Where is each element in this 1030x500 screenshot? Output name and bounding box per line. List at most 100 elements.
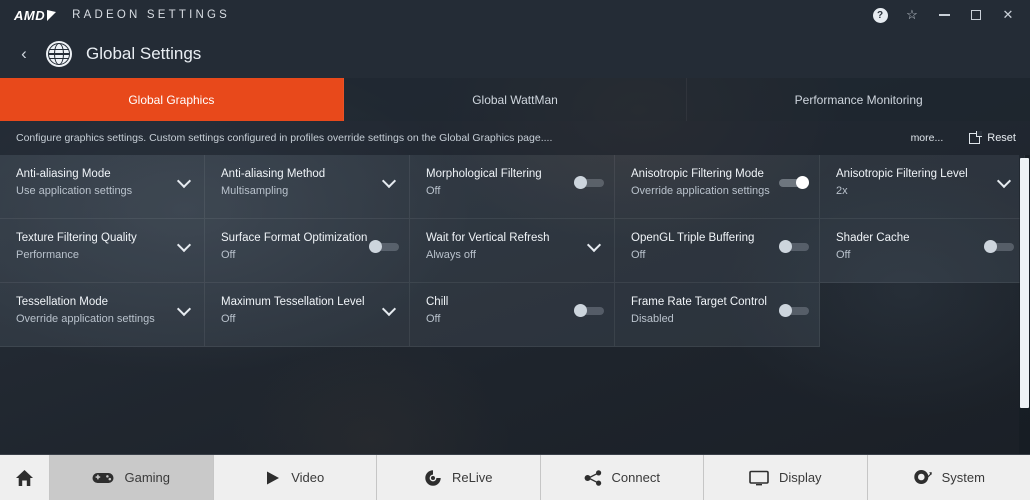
tab-performance-monitoring[interactable]: Performance Monitoring (687, 78, 1030, 121)
reset-button[interactable]: Reset (969, 130, 1016, 144)
globe-icon (46, 41, 72, 67)
setting-card[interactable]: Anti-aliasing Mode Use application settin… (0, 155, 205, 219)
nav-item-relive[interactable]: ReLive (377, 455, 541, 500)
tab-global-graphics[interactable]: Global Graphics (0, 78, 344, 121)
setting-value: Override application settings (16, 313, 155, 325)
share-icon (584, 469, 602, 486)
toggle-switch[interactable] (369, 240, 399, 253)
toggle-knob (779, 240, 792, 253)
description-bar: Configure graphics settings. Custom sett… (0, 121, 1030, 155)
toggle-switch[interactable] (984, 240, 1014, 253)
back-button[interactable]: ‹ (10, 34, 38, 74)
setting-card[interactable]: Tessellation Mode Override application se… (0, 283, 205, 347)
setting-title: Tessellation Mode (16, 296, 109, 308)
scrollbar-thumb[interactable] (1020, 158, 1029, 408)
monitor-icon (749, 470, 769, 486)
nav-label-connect: Connect (611, 470, 660, 485)
play-icon (265, 470, 281, 486)
help-button[interactable]: ? (864, 0, 896, 30)
toggle-switch[interactable] (779, 240, 809, 253)
setting-value: Always off (426, 249, 476, 261)
tab-bar: Global Graphics Global WattMan Performan… (0, 78, 1030, 121)
tab-global-wattman[interactable]: Global WattMan (343, 78, 688, 121)
setting-title: Wait for Vertical Refresh (426, 232, 550, 244)
chevron-down-icon[interactable] (589, 240, 600, 251)
chevron-down-icon[interactable] (384, 304, 395, 315)
gamepad-icon (92, 470, 114, 485)
nav-item-system[interactable]: System (867, 455, 1030, 500)
setting-title: Anti-aliasing Mode (16, 168, 111, 180)
toggle-switch[interactable] (574, 304, 604, 317)
minimize-button[interactable] (928, 0, 960, 30)
description-text: Configure graphics settings. Custom sett… (16, 132, 553, 144)
reset-icon (969, 130, 983, 144)
maximize-button[interactable] (960, 0, 992, 30)
globe-line (49, 53, 69, 55)
globe-line (49, 58, 69, 60)
setting-card[interactable]: Surface Format Optimization Off (205, 219, 410, 283)
amd-arrow-icon (47, 9, 57, 21)
setting-card[interactable]: Wait for Vertical Refresh Always off (410, 219, 615, 283)
amd-logo: AMD (14, 7, 57, 23)
relive-icon (424, 469, 442, 487)
nav-label-gaming: Gaming (124, 470, 171, 485)
setting-card[interactable]: Anisotropic Filtering Mode Override appli… (615, 155, 820, 219)
setting-card[interactable]: Morphological Filtering Off (410, 155, 615, 219)
setting-value: 2x (836, 185, 848, 197)
nav-label-system: System (941, 470, 985, 485)
setting-card[interactable]: Anti-aliasing Method Multisampling (205, 155, 410, 219)
setting-card[interactable]: Anisotropic Filtering Level 2x (820, 155, 1025, 219)
home-icon (15, 469, 34, 487)
nav-label-video: Video (291, 470, 325, 485)
settings-content: Anti-aliasing Mode Use application settin… (0, 155, 1030, 454)
toggle-knob (779, 304, 792, 317)
setting-card[interactable]: Chill Off (410, 283, 615, 347)
toggle-knob (574, 304, 587, 317)
gear-wrench-icon (913, 469, 932, 487)
nav-label-relive: ReLive (452, 470, 493, 485)
more-link[interactable]: more... (911, 132, 944, 144)
scrollbar[interactable] (1019, 155, 1030, 454)
setting-card[interactable]: Frame Rate Target Control Disabled (615, 283, 820, 347)
chevron-down-icon[interactable] (179, 240, 190, 251)
toggle-knob (796, 176, 809, 189)
page-title: Global Settings (86, 44, 202, 63)
nav-item-gaming[interactable]: Gaming (50, 455, 214, 500)
title-bar: AMD RADEON SETTINGS ? ☆ ✕ (0, 0, 1030, 30)
setting-value: Use application settings (16, 185, 133, 197)
close-button[interactable]: ✕ (992, 0, 1024, 30)
setting-value: Performance (16, 249, 79, 261)
nav-item-connect[interactable]: Connect (540, 455, 704, 500)
nav-label-display: Display (778, 470, 822, 485)
setting-card[interactable]: Shader Cache Off (820, 219, 1025, 283)
nav-item-display[interactable]: Display (704, 455, 868, 500)
toggle-knob (369, 240, 382, 253)
setting-title: Texture Filtering Quality (16, 232, 137, 244)
favorite-button[interactable]: ☆ (896, 0, 928, 30)
chevron-down-icon[interactable] (179, 176, 190, 187)
toggle-switch[interactable] (779, 304, 809, 317)
star-icon: ☆ (906, 7, 918, 22)
chevron-down-icon[interactable] (384, 176, 395, 187)
setting-title: Anti-aliasing Method (221, 168, 326, 180)
maximize-icon (971, 10, 981, 20)
amd-brand-text: AMD (14, 7, 46, 23)
radeon-settings-window: AMD RADEON SETTINGS ? ☆ ✕ ‹ Global Setti… (0, 0, 1030, 500)
setting-title: Anisotropic Filtering Level (836, 168, 968, 180)
page-header: ‹ Global Settings (0, 30, 1030, 78)
setting-card[interactable]: Maximum Tessellation Level Off (205, 283, 410, 347)
nav-item-video[interactable]: Video (213, 455, 377, 500)
setting-card[interactable]: Texture Filtering Quality Performance (0, 219, 205, 283)
nav-item-home[interactable] (0, 455, 50, 500)
toggle-switch[interactable] (779, 176, 809, 189)
bottom-navigation: Gaming Video ReLive Connect Display Syst… (0, 454, 1030, 500)
setting-card[interactable]: OpenGL Triple Buffering Off (615, 219, 820, 283)
reset-label: Reset (987, 132, 1016, 144)
toggle-switch[interactable] (574, 176, 604, 189)
help-icon: ? (872, 7, 888, 23)
toggle-knob (984, 240, 997, 253)
setting-value: Off (221, 313, 236, 325)
app-title: RADEON SETTINGS (72, 9, 231, 21)
chevron-down-icon[interactable] (999, 176, 1010, 187)
chevron-down-icon[interactable] (179, 304, 190, 315)
